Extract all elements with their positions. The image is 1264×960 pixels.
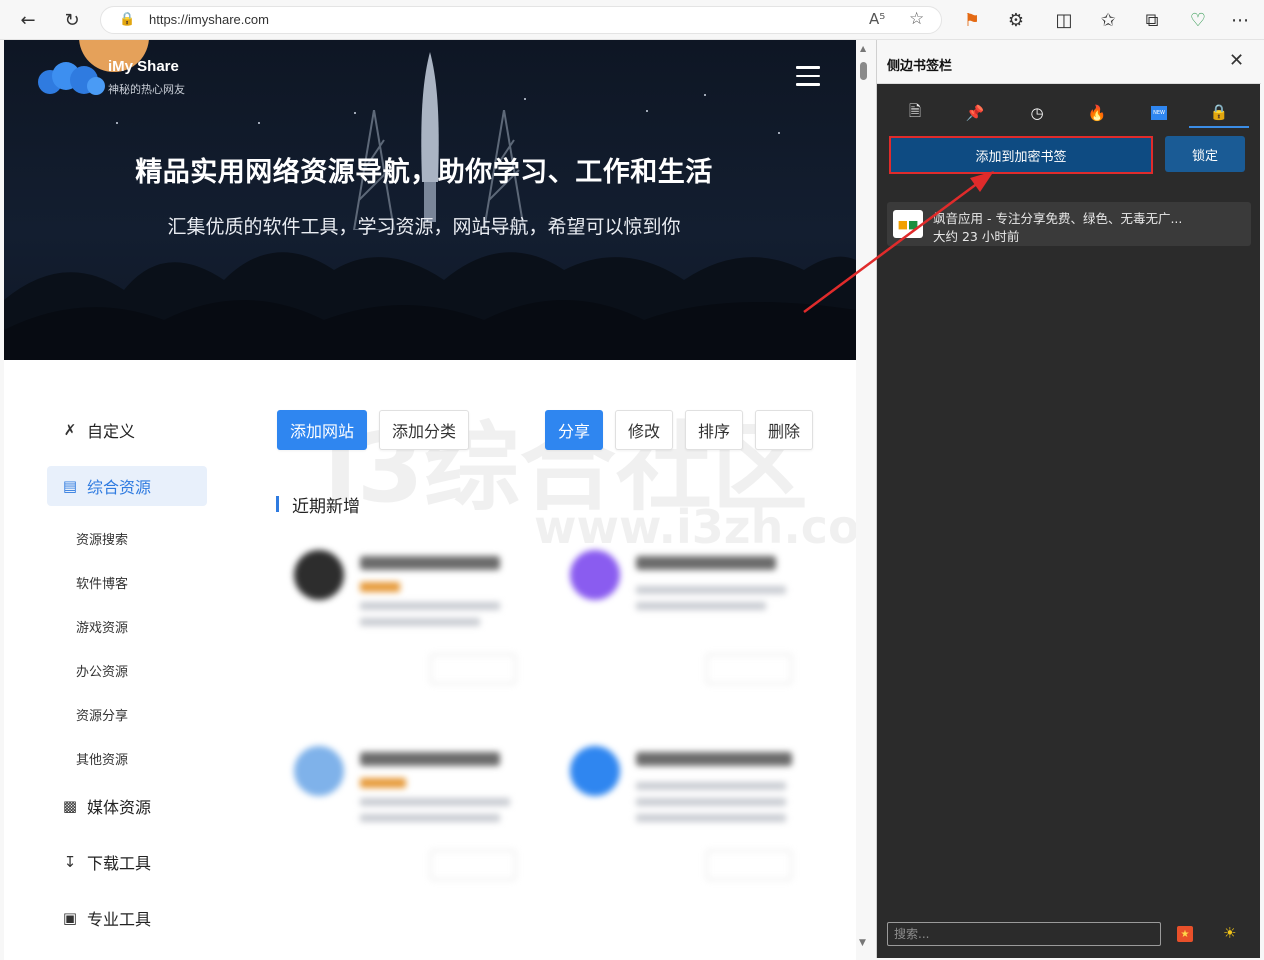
- add-encrypted-bookmark-button[interactable]: 添加到加密书签: [889, 136, 1153, 174]
- menu-icon[interactable]: [796, 66, 820, 86]
- fire-icon[interactable]: 🔥: [1067, 98, 1127, 128]
- logo-icon: [38, 62, 105, 95]
- panel-title: 侧边书签栏: [887, 59, 953, 74]
- lock-icon: 🔒: [119, 12, 136, 27]
- favorite-star-icon[interactable]: ☆: [909, 9, 924, 29]
- nav-item-custom[interactable]: ✗ 自定义: [47, 410, 207, 450]
- rocket-illustration: [421, 52, 439, 222]
- side-bookmark-panel: 侧边书签栏 ✕ 🗎 📌 ◷ 🔥 NEW 🔒 添加到加密书签 锁定 ■ ■ 飒音应用…: [876, 40, 1261, 958]
- nav-label: 自定义: [87, 422, 136, 441]
- address-bar[interactable]: 🔒 https://imyshare.com A⁵ ☆: [100, 6, 942, 34]
- tools-icon: ✗: [63, 421, 77, 439]
- refresh-icon[interactable]: ↻: [58, 6, 86, 34]
- page-content: iMy Share 神秘的热心网友 精品实用网络资源导航，助你学习、工作和生活 …: [4, 40, 856, 960]
- hero-subtitle: 汇集优质的软件工具，学习资源，网站导航，希望可以惊到你: [167, 216, 681, 238]
- add-site-button[interactable]: 添加网站: [277, 410, 367, 450]
- performance-icon[interactable]: ♡: [1184, 6, 1212, 34]
- url-text: https://imyshare.com: [149, 12, 269, 27]
- nav-sub-item[interactable]: 游戏资源: [76, 617, 128, 636]
- download-icon: ↧: [63, 853, 77, 871]
- clock-icon[interactable]: ◷: [1007, 98, 1067, 128]
- scroll-down-icon[interactable]: ▼: [859, 938, 866, 948]
- resource-card[interactable]: [556, 732, 796, 892]
- back-icon[interactable]: ←: [14, 6, 42, 34]
- sun-icon[interactable]: ☀: [1223, 924, 1236, 942]
- hero-title: 精品实用网络资源导航，助你学习、工作和生活: [135, 157, 713, 188]
- bookmark-time: 大约 23 小时前: [933, 229, 1020, 244]
- scroll-up-icon[interactable]: ▲: [860, 44, 866, 53]
- panel-search-input[interactable]: [887, 922, 1161, 946]
- new-icon[interactable]: NEW: [1129, 98, 1189, 128]
- pin-icon[interactable]: 📌: [945, 98, 1005, 128]
- media-icon: ▩: [62, 797, 78, 815]
- browser-toolbar: ← ↻ 🔒 https://imyshare.com A⁵ ☆ ⚑ ⚙ ◫ ✩ …: [0, 0, 1264, 40]
- document-icon[interactable]: 🗎: [885, 98, 945, 128]
- briefcase-icon: ▣: [62, 909, 78, 927]
- more-icon[interactable]: ⋯: [1226, 6, 1254, 34]
- nav-label: 媒体资源: [87, 798, 152, 817]
- resource-card[interactable]: [280, 536, 520, 696]
- bookmark-title: 飒音应用 - 专注分享免费、绿色、无毒无广...: [933, 211, 1183, 226]
- folder-icon: ▤: [62, 477, 78, 495]
- bookmark-item[interactable]: ■ ■ 飒音应用 - 专注分享免费、绿色、无毒无广... 大约 23 小时前: [887, 202, 1251, 246]
- logo-subtitle: 神秘的热心网友: [108, 83, 185, 96]
- logo-title[interactable]: iMy Share: [108, 58, 179, 75]
- edit-button[interactable]: 修改: [615, 410, 673, 450]
- nav-label: 下载工具: [87, 854, 152, 873]
- nav-sub-item[interactable]: 资源搜索: [76, 529, 128, 548]
- read-aloud-icon[interactable]: A⁵: [869, 10, 885, 28]
- hero-banner: iMy Share 神秘的热心网友 精品实用网络资源导航，助你学习、工作和生活 …: [4, 40, 856, 360]
- nav-sub-item[interactable]: 其他资源: [76, 749, 128, 768]
- favorites-icon[interactable]: ✩: [1094, 6, 1122, 34]
- nav-sub-item[interactable]: 软件博客: [76, 573, 128, 592]
- sort-button[interactable]: 排序: [685, 410, 743, 450]
- nav-item-media[interactable]: ▩ 媒体资源: [47, 786, 207, 826]
- scroll-thumb[interactable]: [860, 62, 867, 80]
- extensions-icon[interactable]: ⚙: [1002, 6, 1030, 34]
- bookmark-icon[interactable]: ⚑: [958, 6, 986, 34]
- section-marker: [276, 496, 279, 512]
- lock-button[interactable]: 锁定: [1165, 136, 1245, 172]
- delete-button[interactable]: 删除: [755, 410, 813, 450]
- page-scrollbar[interactable]: ▲ ▼: [856, 40, 872, 960]
- nav-label: 专业工具: [87, 910, 152, 929]
- panel-header: 侧边书签栏 ✕: [877, 40, 1261, 84]
- nav-sub-item[interactable]: 资源分享: [76, 705, 128, 724]
- add-category-button[interactable]: 添加分类: [379, 410, 469, 450]
- site-favicon-icon: ■ ■: [893, 210, 923, 238]
- bookmark-star-icon[interactable]: ★: [1177, 926, 1193, 942]
- nav-item-download[interactable]: ↧ 下载工具: [47, 842, 207, 882]
- nav-item-general-resources[interactable]: ▤ 综合资源: [47, 466, 207, 506]
- nav-item-pro-tools[interactable]: ▣ 专业工具: [47, 898, 207, 938]
- resource-card[interactable]: [556, 536, 796, 696]
- nav-sub-item[interactable]: 办公资源: [76, 661, 128, 680]
- close-icon[interactable]: ✕: [1229, 50, 1244, 71]
- collections-icon[interactable]: ⧉: [1138, 6, 1166, 34]
- section-title: 近期新增: [292, 497, 360, 517]
- nav-label: 综合资源: [87, 478, 152, 497]
- resource-card[interactable]: [280, 732, 520, 892]
- split-screen-icon[interactable]: ◫: [1050, 6, 1078, 34]
- lock-icon[interactable]: 🔒: [1189, 98, 1249, 128]
- share-button[interactable]: 分享: [545, 410, 603, 450]
